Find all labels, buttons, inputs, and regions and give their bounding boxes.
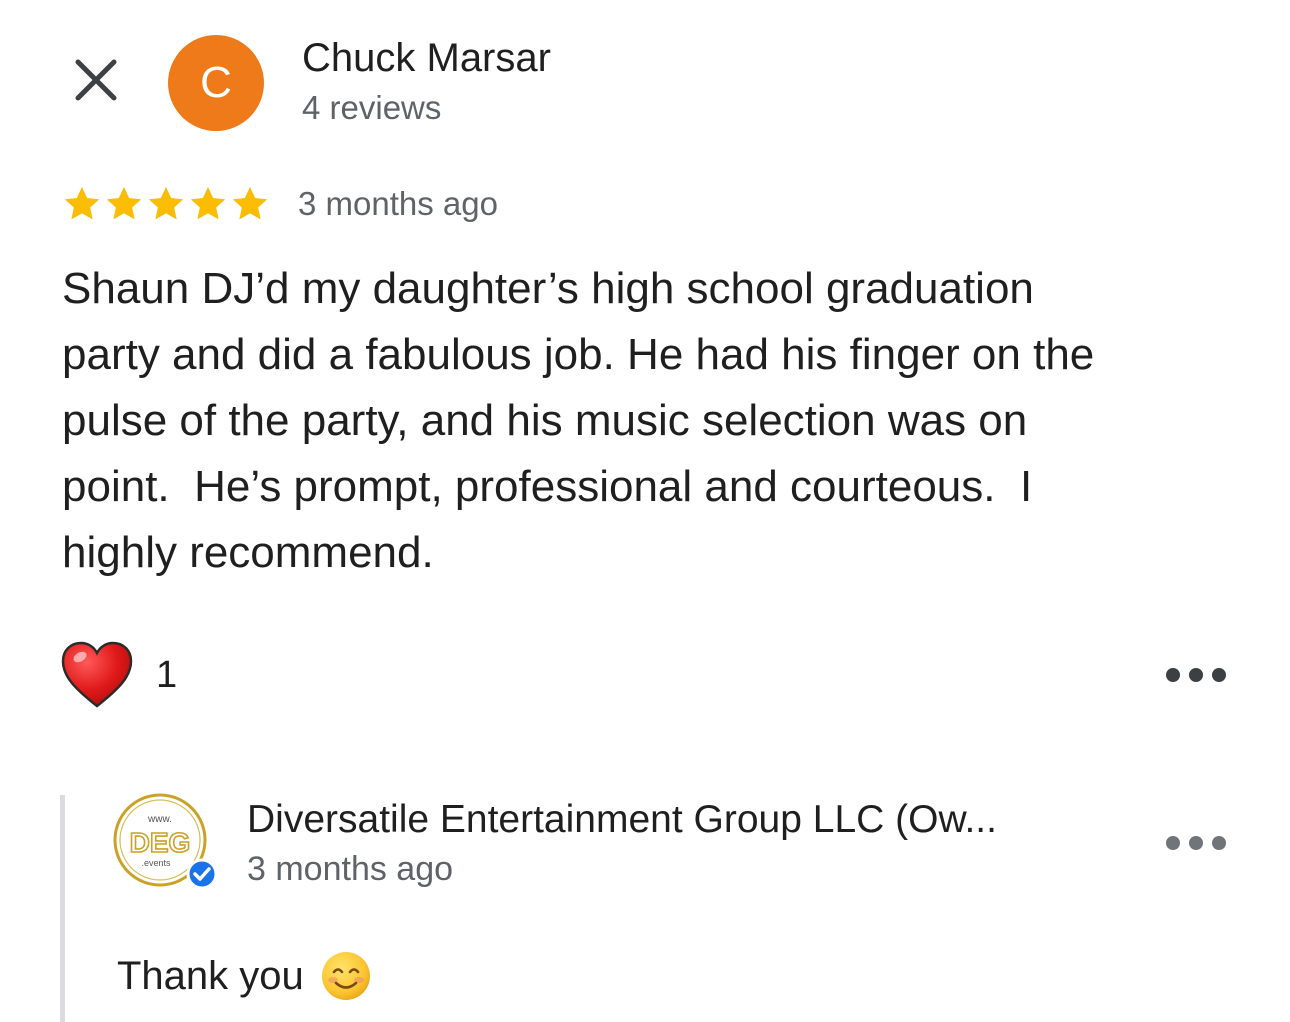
more-options-icon-dot [1189, 836, 1203, 850]
star-icon [190, 187, 226, 220]
review-time: 3 months ago [298, 185, 498, 222]
owner-logo[interactable]: www. DEG .events [112, 792, 218, 896]
verified-badge-icon [186, 858, 218, 890]
more-options-icon [1166, 836, 1180, 850]
smiling-face-icon [321, 952, 370, 1000]
owner-reply-more-options-button[interactable] [1166, 828, 1226, 858]
more-options-icon-dot [1189, 668, 1203, 682]
more-options-icon-dot [1212, 836, 1226, 850]
owner-name[interactable]: Diversatile Entertainment Group LLC (Ow.… [247, 798, 997, 842]
star-icon [64, 187, 100, 220]
owner-reply-text: Thank you [117, 953, 304, 998]
avatar-letter: C [200, 58, 232, 107]
review-more-options-button[interactable] [1166, 660, 1226, 690]
heart-icon [61, 641, 133, 708]
like-reaction-button[interactable]: 1 [60, 640, 177, 710]
owner-reply-time: 3 months ago [247, 850, 454, 888]
star-icon [148, 187, 184, 220]
star-icon [106, 187, 142, 220]
close-button[interactable] [68, 52, 124, 108]
reviewer-name[interactable]: Chuck Marsar [302, 36, 551, 81]
logo-text-bottom: .events [141, 858, 171, 868]
owner-reply-body: Thank you [117, 950, 372, 1002]
deg-logo-icon: www. DEG .events [113, 793, 218, 890]
star-rating [62, 184, 270, 224]
review-detail-page: C Chuck Marsar 4 reviews 3 months ago Sh… [0, 0, 1290, 1022]
logo-text-main: DEG [130, 827, 191, 858]
rating-row: 3 months ago [62, 182, 498, 226]
close-icon [75, 59, 117, 101]
reviewer-review-count[interactable]: 4 reviews [302, 89, 441, 127]
more-options-icon [1166, 668, 1180, 682]
review-text: Shaun DJ’d my daughter’s high school gra… [62, 264, 1095, 577]
reply-indent-bar [60, 795, 65, 1022]
reaction-count: 1 [156, 653, 178, 696]
reviewer-avatar[interactable]: C [168, 35, 264, 131]
more-options-icon-dot [1212, 668, 1226, 682]
logo-text-top: www. [147, 814, 172, 825]
star-icon [232, 187, 268, 220]
